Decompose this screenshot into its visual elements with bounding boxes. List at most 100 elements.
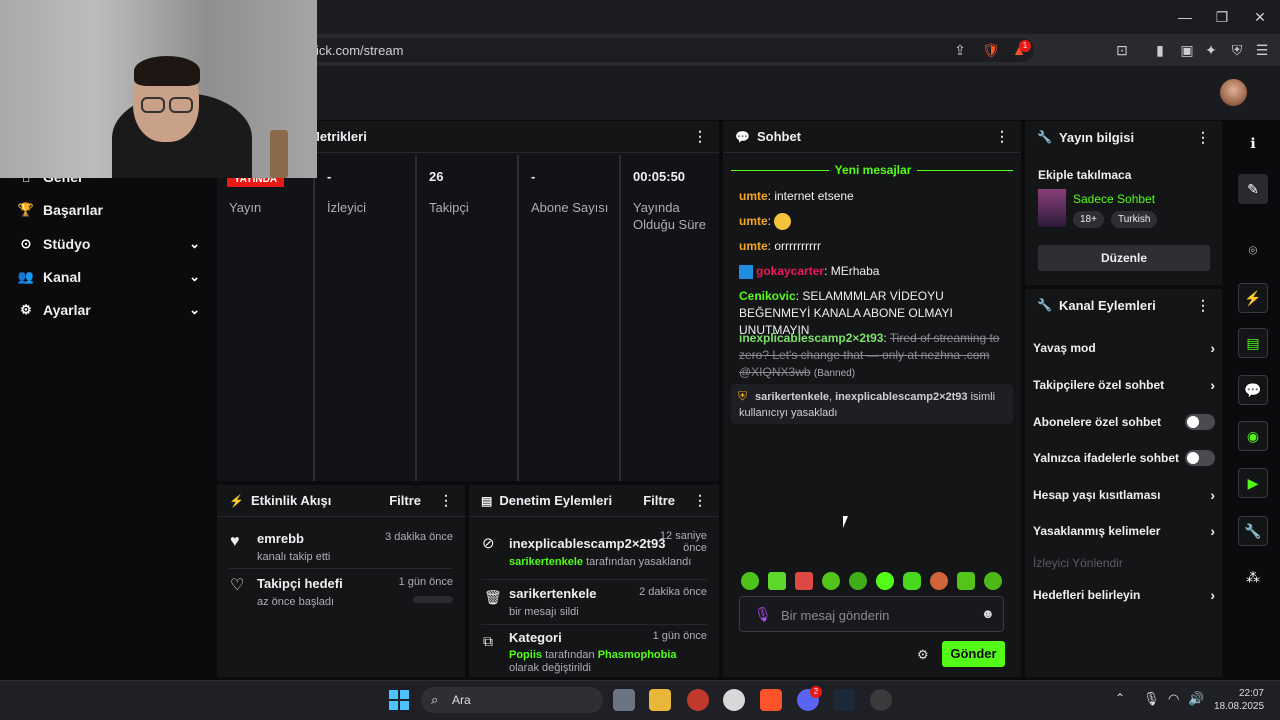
chatgpt-icon[interactable] (723, 689, 745, 711)
wrench-icon: 🔧 (1037, 298, 1052, 312)
tab-search-icon[interactable]: ⊡ (1113, 41, 1131, 59)
setting-banned-words[interactable]: Yasaklanmış kelimeler › (1033, 521, 1215, 541)
emote-icon[interactable] (741, 572, 759, 590)
address-bar[interactable] (300, 38, 1034, 62)
more-icon[interactable]: ⋮ (439, 492, 453, 509)
file-explorer-icon[interactable] (649, 689, 671, 711)
dashboard-sidebar: ⌂Genel 🏆Başarılar ⊙Stüdyo⌄ 👥Kanal⌄ ⚙Ayar… (0, 120, 213, 680)
brave-shield-icon[interactable]: 🛡 (982, 41, 1000, 59)
webcam-person-hair (134, 56, 200, 86)
wallet-icon[interactable]: ▣ (1178, 41, 1196, 59)
mouse-cursor (843, 516, 848, 528)
more-icon[interactable]: ⋮ (1196, 129, 1210, 146)
setting-emote-only: Yalnızca ifadelerle sohbet (1033, 448, 1215, 468)
chevron-right-icon: › (1210, 340, 1215, 356)
clock[interactable]: 22:07 18.08.2025 (1214, 687, 1264, 713)
moderation-panel: ▤ Denetim Eylemleri Filtre ⋮ ⊘ inexplica… (469, 485, 719, 677)
send-button[interactable]: Gönder (942, 641, 1005, 667)
more-icon[interactable]: ⋮ (1196, 297, 1210, 314)
ban-icon: ⊘ (482, 535, 495, 552)
brave-icon[interactable] (760, 689, 782, 711)
taskbar-search[interactable]: ⌕ Ara (421, 687, 603, 713)
edit-button[interactable]: Düzenle (1038, 245, 1210, 271)
emoji-picker-icon[interactable]: ☻ (981, 606, 995, 621)
chevron-down-icon: ⌄ (189, 236, 200, 251)
steam-icon[interactable] (833, 689, 855, 711)
subscribers-only-toggle[interactable] (1185, 414, 1215, 430)
emote-icon[interactable] (903, 572, 921, 590)
microphone-icon[interactable]: 🎙 (1143, 691, 1160, 707)
menu-icon[interactable]: ☰ (1253, 41, 1271, 59)
vpn-icon[interactable]: ⛨ (1228, 41, 1246, 59)
emote-icon[interactable] (876, 572, 894, 590)
gear-icon: ⚙ (20, 302, 32, 317)
info-icon[interactable]: ℹ (1238, 128, 1268, 158)
user-avatar[interactable] (1220, 79, 1247, 106)
sidebar-item-kanal[interactable]: 👥 Kanal ⌄ (16, 265, 200, 289)
emote-icon[interactable] (849, 572, 867, 590)
close-icon[interactable]: ✕ (1251, 8, 1269, 26)
microphone-icon[interactable]: 🎙 (754, 606, 772, 623)
discord-badge: 2 (810, 686, 822, 698)
maximize-icon[interactable]: ❐ (1213, 8, 1231, 26)
setting-followers-only[interactable]: Takipçilere özel sohbet › (1033, 375, 1215, 395)
chat-settings-icon[interactable]: ⚙ (917, 647, 929, 663)
tray-chevron-up-icon[interactable]: ⌃ (1115, 691, 1125, 705)
setting-slow-mode[interactable]: Yavaş mod › (1033, 338, 1215, 358)
wrench-icon[interactable]: 🔧 (1238, 516, 1268, 546)
more-icon[interactable]: ⋮ (995, 128, 1009, 145)
chat-icon[interactable]: 💬 (1238, 375, 1268, 405)
moderation-filter-button[interactable]: Filtre (643, 493, 675, 508)
sidebar-item-studyo[interactable]: ⊙ Stüdyo ⌄ (16, 232, 200, 256)
setting-goals[interactable]: Hedefleri belirleyin › (1033, 585, 1215, 605)
broadcast-icon[interactable]: ◉ (1238, 421, 1268, 451)
taskbar (0, 680, 1280, 720)
emote-only-toggle[interactable] (1185, 450, 1215, 466)
setting-account-age[interactable]: Hesap yaşı kısıtlaması › (1033, 485, 1215, 505)
app-icon[interactable] (687, 689, 709, 711)
emote-icon[interactable] (822, 572, 840, 590)
sidebar-item-ayarlar[interactable]: ⚙ Ayarlar ⌄ (16, 298, 200, 322)
emote-icon[interactable] (930, 572, 948, 590)
emote-icon[interactable] (795, 572, 813, 590)
minimize-icon[interactable]: — (1176, 8, 1194, 26)
chat-input[interactable]: 🎙 Bir mesaj gönderin ☻ (739, 596, 1004, 632)
emote-icon[interactable] (984, 572, 1002, 590)
activity-filter-button[interactable]: Filtre (389, 493, 421, 508)
emote-icon[interactable] (957, 572, 975, 590)
chevron-down-icon: ⌄ (189, 302, 200, 317)
obs-icon[interactable] (870, 689, 892, 711)
chat-message: inexplicablescamp2×2t93: Tired of stream… (739, 331, 1000, 379)
list-item: sarikertenkele bir mesajı sildi 2 dakika… (509, 586, 707, 618)
trophy-icon: 🏆 (17, 202, 35, 217)
task-view-icon[interactable] (613, 689, 635, 711)
webcam-overlay (0, 0, 317, 178)
volume-icon[interactable]: 🔊 (1188, 691, 1204, 707)
category-link[interactable]: Sadece Sohbet (1073, 192, 1155, 206)
more-icon[interactable]: ⋮ (693, 128, 707, 145)
url-text: ick.com/stream (316, 43, 404, 58)
windows-start-icon[interactable] (389, 690, 409, 710)
divider (481, 624, 707, 625)
sidebar-item-basarilar[interactable]: 🏆 Başarılar (16, 198, 200, 222)
glasses-right (169, 97, 193, 113)
camera-icon[interactable]: ⌾ (1238, 235, 1268, 265)
wifi-icon[interactable]: ◠ (1168, 691, 1179, 707)
stats-panel-title: Metrikleri (309, 129, 367, 144)
sidebar-toggle-icon[interactable]: ▮ (1151, 41, 1169, 59)
category-thumbnail (1038, 189, 1066, 227)
leo-ai-icon[interactable]: ✦ (1202, 41, 1220, 59)
more-icon[interactable]: ⋮ (693, 492, 707, 509)
divider (229, 568, 453, 569)
stat-live: YAYINDA Yayın (217, 155, 315, 481)
stream-info-panel: 🔧 Yayın bilgisi ⋮ Ekiple takılmaca Sadec… (1025, 121, 1222, 285)
add-widget-icon[interactable]: ⁂ (1238, 562, 1268, 592)
lightning-icon[interactable]: ⚡ (1238, 283, 1268, 313)
video-icon[interactable]: ▶ (1238, 468, 1268, 498)
badge-icon (739, 264, 753, 279)
chevron-down-icon: ⌄ (189, 269, 200, 284)
emote-icon[interactable] (768, 572, 786, 590)
share-icon[interactable]: ⇪ (951, 41, 969, 59)
document-icon[interactable]: ▤ (1238, 328, 1268, 358)
edit-icon[interactable]: ✎ (1238, 174, 1268, 204)
